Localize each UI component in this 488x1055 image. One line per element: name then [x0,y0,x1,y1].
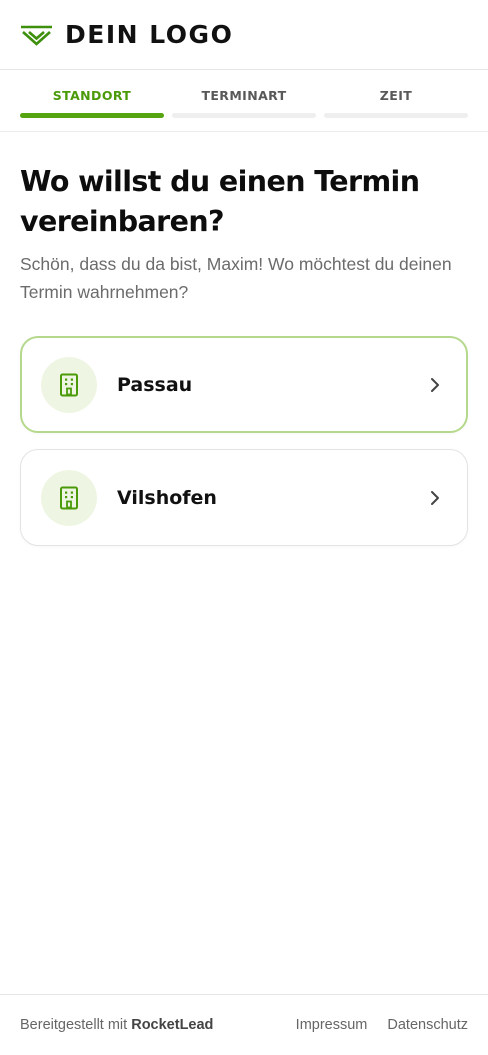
chevron-lines-logo-icon [21,25,52,46]
step-standort[interactable]: STANDORT [20,70,164,131]
footer-provided-prefix: Bereitgestellt mit [20,1017,128,1033]
step-zeit[interactable]: ZEIT [324,70,468,131]
page-title: Wo willst du einen Termin vereinbaren? [20,165,420,238]
datenschutz-link[interactable]: Datenschutz [387,1017,468,1033]
impressum-link[interactable]: Impressum [296,1017,368,1033]
step-progress: STANDORT TERMINART ZEIT [0,70,488,132]
location-icon-circle [41,469,97,526]
step-label: STANDORT [52,88,132,103]
logo-text: DEIN LOGO [65,20,234,49]
chevron-right-icon [423,373,447,397]
step-label: ZEIT [379,88,413,103]
location-name: Vilshofen [117,486,217,509]
location-option-passau[interactable]: Passau [20,336,468,433]
main-content: Wo willst du einen Termin vereinbaren? S… [0,162,488,546]
location-option-vilshofen[interactable]: Vilshofen [20,449,468,546]
page-subtitle: Schön, dass du da bist, Maxim! Wo möchte… [20,254,452,302]
footer: Bereitgestellt mit RocketLead Impressum … [0,994,488,1055]
footer-provider-link[interactable]: RocketLead [131,1017,213,1033]
footer-links: Impressum Datenschutz [296,1017,468,1033]
location-name: Passau [117,373,193,396]
building-icon [60,486,78,509]
footer-provided-by: Bereitgestellt mit RocketLead [20,1017,296,1033]
step-label: TERMINART [201,88,287,103]
location-list: Passau Vilshofen [20,336,468,546]
logo[interactable]: DEIN LOGO [20,22,233,47]
chevron-right-icon [423,486,447,510]
header: DEIN LOGO [0,0,488,70]
building-icon [60,373,78,396]
step-progress-bar [324,113,468,118]
step-terminart[interactable]: TERMINART [172,70,316,131]
step-progress-bar [20,113,164,118]
step-progress-bar [172,113,316,118]
location-icon-circle [41,356,97,413]
